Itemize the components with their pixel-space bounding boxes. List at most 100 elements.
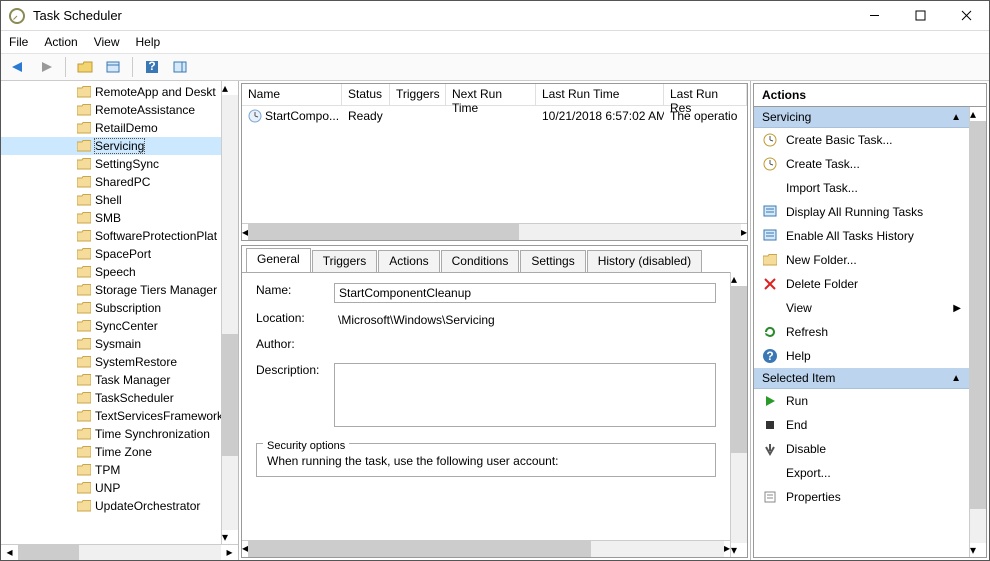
action-disable[interactable]: Disable: [754, 437, 969, 461]
forward-button[interactable]: [35, 56, 57, 78]
tree-label: RetailDemo: [95, 121, 158, 135]
tree-item[interactable]: SMB: [1, 209, 221, 227]
disable-icon: [762, 441, 778, 457]
action-create_basic[interactable]: Create Basic Task...: [754, 128, 969, 152]
action-end[interactable]: End: [754, 413, 969, 437]
action-export[interactable]: Export...: [754, 461, 969, 485]
action-label: Delete Folder: [786, 277, 858, 291]
tree-item[interactable]: TextServicesFramework: [1, 407, 221, 425]
scroll-up-icon[interactable]: ▴: [731, 272, 747, 286]
col-next[interactable]: Next Run Time: [446, 84, 536, 105]
action-label: Help: [786, 349, 811, 363]
scroll-left-icon[interactable]: ◂: [1, 545, 18, 560]
panel-button[interactable]: [169, 56, 191, 78]
detail-vertical-scrollbar[interactable]: ▴ ▾: [730, 272, 747, 557]
grid-body[interactable]: StartCompo... Ready 10/21/2018 6:57:02 A…: [242, 106, 747, 223]
scroll-right-icon[interactable]: ▸: [221, 545, 238, 560]
action-run[interactable]: Run: [754, 389, 969, 413]
tree-label: TPM: [95, 463, 120, 477]
action-delete_folder[interactable]: Delete Folder: [754, 272, 969, 296]
action-display_running[interactable]: Display All Running Tasks: [754, 200, 969, 224]
properties-button[interactable]: [102, 56, 124, 78]
action-label: Create Basic Task...: [786, 133, 893, 147]
grid-horizontal-scrollbar[interactable]: ◂ ▸: [242, 223, 747, 240]
tree-item[interactable]: TPM: [1, 461, 221, 479]
tree-item[interactable]: RetailDemo: [1, 119, 221, 137]
detail-horizontal-scrollbar[interactable]: ◂ ▸: [242, 540, 730, 557]
back-button[interactable]: [7, 56, 29, 78]
actions-section-header[interactable]: Servicing▲: [754, 107, 969, 128]
col-last[interactable]: Last Run Time: [536, 84, 664, 105]
folder-icon: [77, 248, 95, 260]
action-refresh[interactable]: Refresh: [754, 320, 969, 344]
tree-item[interactable]: RemoteApp and Deskt: [1, 83, 221, 101]
action-new_folder[interactable]: New Folder...: [754, 248, 969, 272]
col-result[interactable]: Last Run Res: [664, 84, 747, 105]
tree-label: SoftwareProtectionPlat: [95, 229, 217, 243]
scroll-down-icon[interactable]: ▾: [731, 543, 747, 557]
tree-item[interactable]: Time Zone: [1, 443, 221, 461]
tree-item[interactable]: SharedPC: [1, 173, 221, 191]
grid-row[interactable]: StartCompo... Ready 10/21/2018 6:57:02 A…: [242, 106, 747, 126]
tab-general[interactable]: General: [246, 248, 311, 272]
col-status[interactable]: Status: [342, 84, 390, 105]
tree-item[interactable]: Shell: [1, 191, 221, 209]
tab-settings[interactable]: Settings: [520, 250, 585, 272]
tree-item[interactable]: SettingSync: [1, 155, 221, 173]
action-view[interactable]: View▶: [754, 296, 969, 320]
tree-horizontal-scrollbar[interactable]: ◂ ▸: [1, 544, 238, 560]
tree-label: UpdateOrchestrator: [95, 499, 200, 513]
col-triggers[interactable]: Triggers: [390, 84, 446, 105]
action-create_task[interactable]: Create Task...: [754, 152, 969, 176]
tree-item[interactable]: Storage Tiers Manager: [1, 281, 221, 299]
action-properties[interactable]: Properties: [754, 485, 969, 509]
folder-up-button[interactable]: [74, 56, 96, 78]
scroll-up-icon[interactable]: ▴: [970, 107, 986, 121]
tree-label: Time Synchronization: [95, 427, 210, 441]
section-label: Servicing: [762, 110, 811, 124]
tree-item[interactable]: Speech: [1, 263, 221, 281]
actions-vertical-scrollbar[interactable]: ▴ ▾: [969, 107, 986, 557]
action-help[interactable]: ?Help: [754, 344, 969, 368]
tree-item[interactable]: SpacePort: [1, 245, 221, 263]
tree-item[interactable]: SoftwareProtectionPlat: [1, 227, 221, 245]
tab-actions[interactable]: Actions: [378, 250, 439, 272]
tree-item[interactable]: SystemRestore: [1, 353, 221, 371]
tree-item[interactable]: TaskScheduler: [1, 389, 221, 407]
tree-vertical-scrollbar[interactable]: ▴ ▾: [221, 81, 238, 544]
tree-item[interactable]: UpdateOrchestrator: [1, 497, 221, 515]
scroll-up-icon[interactable]: ▴: [222, 81, 238, 95]
maximize-button[interactable]: [897, 1, 943, 31]
action-enable_history[interactable]: Enable All Tasks History: [754, 224, 969, 248]
action-import[interactable]: Import Task...: [754, 176, 969, 200]
tab-conditions[interactable]: Conditions: [441, 250, 520, 272]
actions-section-header[interactable]: Selected Item▲: [754, 368, 969, 389]
scroll-down-icon[interactable]: ▾: [970, 543, 986, 557]
col-name[interactable]: Name: [242, 84, 342, 105]
value-name[interactable]: StartComponentCleanup: [334, 283, 716, 303]
tree-item[interactable]: SyncCenter: [1, 317, 221, 335]
tree-item[interactable]: Task Manager: [1, 371, 221, 389]
scroll-right-icon[interactable]: ▸: [741, 225, 747, 239]
general-tab-content: Name: StartComponentCleanup Location: \M…: [242, 272, 730, 540]
tree-item[interactable]: Sysmain: [1, 335, 221, 353]
tree-list[interactable]: RemoteApp and DesktRemoteAssistance Retai…: [1, 81, 221, 544]
tree-item[interactable]: RemoteAssistance: [1, 101, 221, 119]
tree-item[interactable]: Time Synchronization: [1, 425, 221, 443]
tree-item[interactable]: UNP: [1, 479, 221, 497]
tab-history[interactable]: History (disabled): [587, 250, 702, 272]
tree-label: Servicing: [95, 139, 144, 153]
menu-view[interactable]: View: [94, 35, 120, 49]
close-button[interactable]: [943, 1, 989, 31]
menu-help[interactable]: Help: [136, 35, 161, 49]
tree-item[interactable]: Subscription: [1, 299, 221, 317]
value-description[interactable]: [334, 363, 716, 427]
tab-triggers[interactable]: Triggers: [312, 250, 378, 272]
menu-file[interactable]: File: [9, 35, 28, 49]
tree-item[interactable]: Servicing: [1, 137, 221, 155]
tree-label: Storage Tiers Manager: [95, 283, 217, 297]
scroll-down-icon[interactable]: ▾: [222, 530, 238, 544]
help-button[interactable]: ?: [141, 56, 163, 78]
minimize-button[interactable]: [851, 1, 897, 31]
menu-action[interactable]: Action: [44, 35, 77, 49]
